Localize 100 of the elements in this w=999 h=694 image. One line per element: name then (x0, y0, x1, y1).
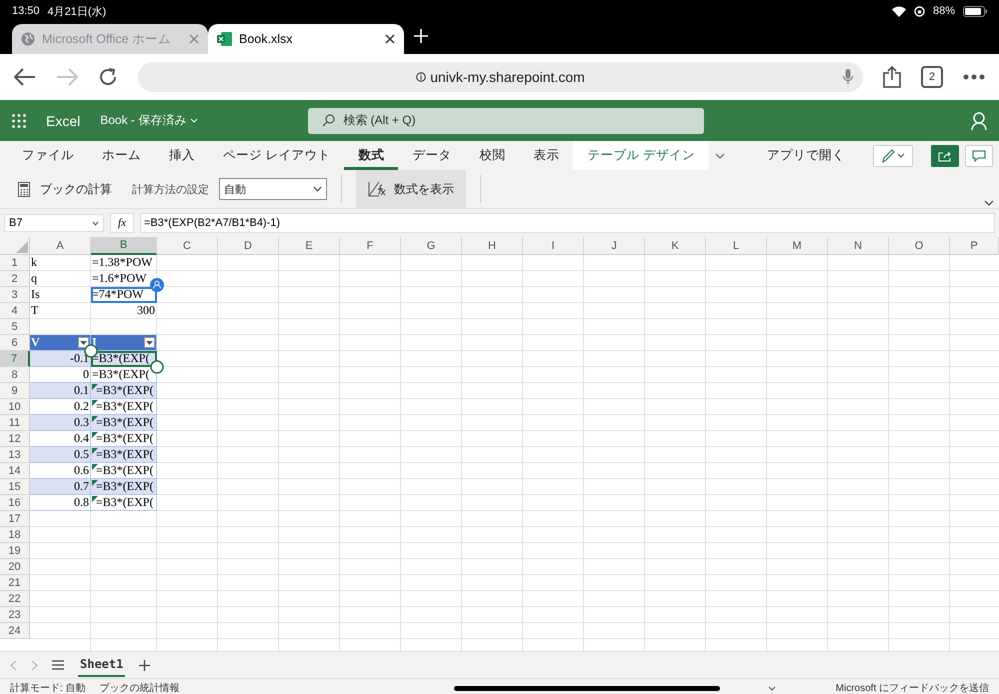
column-header[interactable]: N (828, 237, 889, 255)
chevron-down-icon[interactable] (768, 686, 776, 690)
column-header[interactable]: P (950, 237, 999, 255)
formula-field[interactable]: =B3*(EXP(B2*A7/B1*B4)-1) (140, 213, 995, 233)
tab-count-button[interactable]: 2 (921, 66, 943, 88)
table-cell: =B3*(EXP( (91, 463, 157, 479)
triangle-icon (16, 241, 28, 253)
row-header[interactable]: 20 (0, 559, 30, 575)
lock-rotation-icon (914, 6, 925, 16)
back-button[interactable] (14, 68, 36, 86)
ribbon-tab[interactable]: ページ レイアウト (209, 141, 344, 170)
ribbon-tab[interactable]: テーブル デザイン (573, 141, 709, 170)
share-button[interactable] (931, 144, 959, 166)
table-cell: =B3*(EXP( (91, 367, 157, 383)
chevron-down-icon[interactable] (714, 152, 725, 158)
menu-icon[interactable] (52, 660, 64, 670)
date: 4月21日(水) (48, 4, 106, 18)
row-header[interactable]: 13 (0, 447, 30, 463)
name-box[interactable]: B7 (4, 214, 104, 232)
row-header[interactable]: 1 (0, 255, 30, 271)
row-header[interactable]: 12 (0, 431, 30, 447)
filter-button[interactable] (78, 337, 89, 348)
show-formulas-button[interactable]: 数式を表示 (356, 170, 466, 208)
column-header[interactable]: D (218, 237, 279, 255)
home-indicator[interactable] (454, 686, 720, 690)
table-cell: 0.1 (30, 383, 91, 399)
column-header[interactable]: O (889, 237, 950, 255)
row-header[interactable]: 16 (0, 495, 30, 511)
browser-tab[interactable]: Book.xlsx (208, 24, 404, 54)
row-header[interactable]: 10 (0, 399, 30, 415)
column-header[interactable]: E (279, 237, 340, 255)
add-sheet-icon[interactable] (139, 660, 150, 670)
table-cell: =B3*(EXP( (91, 495, 157, 511)
dropdown-arrow-icon (80, 340, 87, 344)
share-button[interactable] (883, 66, 901, 88)
calculator-icon (18, 182, 30, 196)
close-icon[interactable] (385, 34, 395, 44)
account-icon[interactable] (971, 112, 987, 130)
column-header[interactable]: K (645, 237, 706, 255)
dropdown-arrow-icon (146, 340, 153, 344)
column-header[interactable]: G (401, 237, 462, 255)
row-header[interactable]: 7 (0, 351, 30, 367)
column-header[interactable]: H (462, 237, 523, 255)
ribbon-tab[interactable]: ホーム (88, 141, 155, 170)
address-bar[interactable]: univk-my.sharepoint.com (138, 62, 863, 92)
table-cell: 0.5 (30, 447, 91, 463)
column-header[interactable]: F (340, 237, 401, 255)
search-field[interactable]: 検索 (Alt + Q) (308, 108, 704, 134)
ribbon-tab[interactable]: ファイル (8, 141, 88, 170)
more-button[interactable] (963, 74, 985, 80)
calculation-options-label: 計算方法の設定 (132, 182, 209, 196)
row-header[interactable]: 2 (0, 271, 30, 287)
reload-icon (98, 67, 118, 87)
row-header[interactable]: 4 (0, 303, 30, 319)
document-title[interactable]: Book - 保存済み (100, 112, 186, 129)
row-header[interactable]: 18 (0, 527, 30, 543)
microphone-icon[interactable] (843, 69, 853, 85)
open-in-app-button[interactable]: アプリで開く (760, 146, 851, 165)
column-header[interactable]: I (523, 237, 584, 255)
insert-function-button[interactable]: fx (110, 213, 134, 233)
search-icon (322, 114, 336, 127)
ribbon-tab[interactable]: 校閲 (465, 141, 520, 170)
column-header[interactable]: J (584, 237, 645, 255)
row-header[interactable]: 8 (0, 367, 30, 383)
calculate-workbook-button[interactable]: ブックの計算 (16, 180, 114, 198)
row-header[interactable]: 15 (0, 479, 30, 495)
editing-mode-button[interactable] (872, 144, 913, 166)
row-header[interactable]: 14 (0, 463, 30, 479)
column-header[interactable]: M (767, 237, 828, 255)
clock-time: 13:50 (12, 5, 40, 17)
row-header[interactable]: 9 (0, 383, 30, 399)
row-header[interactable]: 6 (0, 335, 30, 351)
app-launcher-icon[interactable] (12, 114, 26, 128)
feedback-link[interactable]: Microsoft にフィードバックを送信 (836, 681, 989, 694)
coauthor-icon[interactable] (150, 278, 164, 292)
row-header[interactable]: 24 (0, 623, 30, 639)
ribbon-tab[interactable]: データ (398, 141, 466, 170)
ribbon-tab[interactable]: 挿入 (155, 141, 209, 170)
comments-button[interactable] (965, 144, 993, 166)
row-header[interactable]: 23 (0, 607, 30, 623)
row-header[interactable]: 21 (0, 575, 30, 591)
row-header[interactable]: 19 (0, 543, 30, 559)
reload-button[interactable] (98, 67, 118, 87)
calculation-options-dropdown[interactable]: 自動 (219, 178, 327, 200)
column-header[interactable]: L (706, 237, 767, 255)
selection-handle[interactable] (150, 360, 164, 374)
table-cell: -0.1 (30, 351, 91, 367)
row-header[interactable]: 17 (0, 511, 30, 527)
column-header[interactable]: B (91, 237, 157, 255)
column-title: V (31, 335, 40, 350)
workbook-statistics-link[interactable]: ブックの統計情報 (100, 681, 180, 694)
filter-button[interactable] (144, 337, 155, 348)
ribbon-tab[interactable]: 表示 (519, 141, 574, 170)
row-header[interactable]: 11 (0, 415, 30, 431)
row-header[interactable]: 5 (0, 319, 30, 335)
chevron-down-icon[interactable] (984, 200, 994, 206)
row-header[interactable]: 22 (0, 591, 30, 607)
formula-icon (368, 181, 386, 197)
column-header[interactable]: C (157, 237, 218, 255)
row-header[interactable]: 3 (0, 287, 30, 303)
